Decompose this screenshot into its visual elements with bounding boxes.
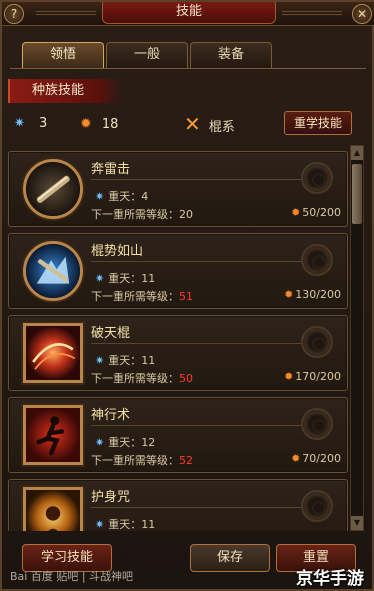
learn-knob-button[interactable] xyxy=(301,244,333,276)
skill-rank: ✷ 重天：11 xyxy=(95,270,155,286)
relearn-skills-button[interactable]: 重学技能 xyxy=(284,111,352,135)
scroll-thumb[interactable] xyxy=(352,164,362,224)
required-level: 51 xyxy=(179,290,193,303)
skill-name: 护身咒 xyxy=(91,490,131,505)
tab-general[interactable]: 一般 xyxy=(106,42,188,68)
skill-rank-label: 重天：11 xyxy=(108,354,156,367)
maple-points: ✹ 18 xyxy=(80,114,118,134)
sky-breaker-icon xyxy=(23,323,83,383)
cost-value: 70/200 xyxy=(302,452,341,465)
star-points-value: 3 xyxy=(39,116,48,131)
skill-requirement: 下一重所需等级：50 xyxy=(91,370,193,386)
skill-card[interactable]: 奔雷击 ✷ 重天：4 下一重所需等级：20 ✹ 50/200 xyxy=(8,151,348,227)
close-button[interactable]: ✕ xyxy=(352,4,372,24)
skill-cost: ✹ 70/200 xyxy=(291,452,341,465)
skill-card[interactable]: 神行术 ✷ 重天：12 下一重所需等级：52 ✹ 70/200 xyxy=(8,397,348,473)
skill-name: 奔雷击 xyxy=(91,162,131,177)
divider xyxy=(91,343,301,344)
tab-divider xyxy=(10,68,366,69)
maple-leaf-icon: ✹ xyxy=(284,288,294,301)
skill-cost: ✹ 50/200 xyxy=(291,206,341,219)
watermark-baidu: Bai 百度 贴吧 | 斗战神吧 xyxy=(10,570,134,583)
category-banner: 种族技能 xyxy=(8,79,122,103)
requirement-label: 下一重所需等级： xyxy=(91,208,179,221)
skill-rank-label: 重天：11 xyxy=(108,272,156,285)
required-level: 50 xyxy=(179,372,193,385)
title-bar: ? 技能 ✕ xyxy=(2,2,374,26)
title-ornament-left xyxy=(36,11,96,15)
requirement-label: 下一重所需等级： xyxy=(91,290,179,303)
cost-value: 50/200 xyxy=(302,206,341,219)
required-level: 20 xyxy=(179,208,193,221)
skill-rank-label: 重天：4 xyxy=(108,190,149,203)
help-button[interactable]: ? xyxy=(4,4,24,24)
star-icon: ✷ xyxy=(95,518,105,531)
skill-name: 神行术 xyxy=(91,408,131,423)
scroll-down-arrow-icon[interactable]: ▼ xyxy=(351,516,363,530)
star-icon: ✷ xyxy=(95,272,105,285)
skill-rank: ✷ 重天：11 xyxy=(95,352,155,368)
star-icon: ✷ xyxy=(95,190,105,203)
skill-requirement: 下一重所需等级：52 xyxy=(91,452,193,468)
staff-icon xyxy=(23,159,83,219)
divider xyxy=(91,261,301,262)
star-icon: ✷ xyxy=(95,354,105,367)
skill-requirement: 下一重所需等级：51 xyxy=(91,288,193,304)
skill-card[interactable]: 棍势如山 ✷ 重天：11 下一重所需等级：51 ✹ 130/200 xyxy=(8,233,348,309)
maple-leaf-icon: ✹ xyxy=(291,206,301,219)
divider xyxy=(91,507,301,508)
skill-rank: ✷ 重天：12 xyxy=(95,434,155,450)
skill-window: ? 技能 ✕ 领悟 一般 装备 种族技能 ✷ 3 ✹ 18 ✕ 棍系 重学技能 xyxy=(0,0,374,591)
save-button[interactable]: 保存 xyxy=(190,544,270,572)
learn-knob-button[interactable] xyxy=(301,490,333,522)
weapon-class: ✕ 棍系 xyxy=(184,112,235,136)
maple-leaf-icon: ✹ xyxy=(284,370,294,383)
skill-rank: ✷ 重天：11 xyxy=(95,516,155,531)
skill-card[interactable]: 护身咒 ✷ 重天：11 xyxy=(8,479,348,531)
cost-value: 130/200 xyxy=(295,288,341,301)
mountain-strike-icon xyxy=(23,241,83,301)
window-title: 技能 xyxy=(102,2,276,24)
weapon-class-label: 棍系 xyxy=(208,120,235,135)
skill-rank-label: 重天：11 xyxy=(108,518,156,531)
learn-knob-button[interactable] xyxy=(301,326,333,358)
guard-spell-icon xyxy=(23,487,83,531)
star-points: ✷ 3 xyxy=(14,114,47,134)
swift-step-icon xyxy=(23,405,83,465)
skill-list: 奔雷击 ✷ 重天：4 下一重所需等级：20 ✹ 50/200 棍势如山 ✷ 重天：11… xyxy=(8,145,348,531)
maple-leaf-icon: ✹ xyxy=(291,452,301,465)
divider xyxy=(91,425,301,426)
skill-name: 棍势如山 xyxy=(91,244,144,259)
tab-comprehend[interactable]: 领悟 xyxy=(22,42,104,68)
skill-cost: ✹ 170/200 xyxy=(284,370,341,383)
scroll-up-arrow-icon[interactable]: ▲ xyxy=(351,146,363,160)
title-ornament-right xyxy=(282,11,342,15)
required-level: 52 xyxy=(179,454,193,467)
scrollbar[interactable]: ▲ ▼ xyxy=(350,145,364,531)
skill-card[interactable]: 破天棍 ✷ 重天：11 下一重所需等级：50 ✹ 170/200 xyxy=(8,315,348,391)
learn-knob-button[interactable] xyxy=(301,408,333,440)
star-icon: ✷ xyxy=(14,116,25,131)
cost-value: 170/200 xyxy=(295,370,341,383)
skill-rank-label: 重天：12 xyxy=(108,436,156,449)
requirement-label: 下一重所需等级： xyxy=(91,454,179,467)
star-icon: ✷ xyxy=(95,436,105,449)
watermark-site: 京华手游 xyxy=(296,569,364,589)
crossed-staves-icon: ✕ xyxy=(184,112,201,136)
maple-leaf-icon: ✹ xyxy=(80,116,92,132)
tab-equipment[interactable]: 装备 xyxy=(190,42,272,68)
maple-points-value: 18 xyxy=(101,117,119,132)
skill-name: 破天棍 xyxy=(91,326,131,341)
skill-rank: ✷ 重天：4 xyxy=(95,188,148,204)
requirement-label: 下一重所需等级： xyxy=(91,372,179,385)
divider xyxy=(91,179,301,180)
learn-knob-button[interactable] xyxy=(301,162,333,194)
skill-requirement: 下一重所需等级：20 xyxy=(91,206,193,222)
skill-cost: ✹ 130/200 xyxy=(284,288,341,301)
